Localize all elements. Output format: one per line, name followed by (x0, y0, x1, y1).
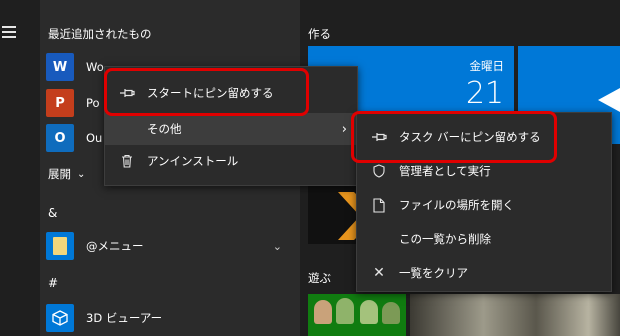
cube-icon (46, 304, 74, 332)
app-item-menu-folder[interactable]: @メニュー ⌄ (46, 229, 296, 263)
word-icon: W (46, 53, 74, 81)
xbox-avatars-tile[interactable] (308, 294, 406, 336)
create-heading: 作る (308, 27, 331, 41)
powerpoint-icon: P (46, 89, 74, 117)
app-item-3d-viewer[interactable]: 3D ビューアー (46, 301, 296, 335)
file-icon (371, 197, 387, 213)
remove-from-list-item[interactable]: この一覧から削除 (357, 223, 611, 255)
expand-label: 展開 (48, 167, 71, 181)
highlight-box-pin-taskbar (351, 111, 557, 163)
expand-button[interactable]: 展開 ⌄ (48, 166, 85, 182)
recent-heading: 最近追加されたもの (48, 27, 152, 41)
outlook-icon: O (46, 124, 74, 152)
menu-label: アンインストール (147, 154, 239, 168)
app-label: Ou (86, 131, 103, 145)
app-label: Po (86, 96, 100, 110)
menu-label: その他 (147, 122, 182, 136)
highlight-box-pin-start (104, 68, 309, 116)
more-item[interactable]: その他 › (105, 113, 357, 145)
app-label: @メニュー (86, 239, 144, 253)
calendar-day: 金曜日 (469, 59, 505, 73)
avatar (360, 300, 378, 324)
trash-icon (119, 153, 135, 169)
letter-header-amp[interactable]: & (48, 206, 57, 220)
photo-tile[interactable] (410, 294, 620, 336)
app-label: Wo (86, 60, 104, 74)
folder-icon (46, 232, 74, 260)
avatar (382, 302, 400, 324)
letter-header-hash[interactable]: # (48, 276, 58, 290)
play-heading: 遊ぶ (308, 271, 331, 285)
calendar-date: 21 (465, 76, 504, 111)
app-label: 3D ビューアー (86, 311, 163, 325)
menu-label: この一覧から削除 (399, 232, 491, 246)
menu-label: ファイルの場所を開く (399, 198, 514, 212)
avatar (336, 298, 354, 324)
uninstall-item[interactable]: アンインストール (105, 145, 357, 177)
chevron-right-icon: › (341, 121, 347, 137)
menu-label: 管理者として実行 (399, 164, 491, 178)
chevron-down-icon[interactable]: ⌄ (273, 240, 282, 253)
menu-label: 一覧をクリア (399, 266, 468, 280)
open-location-item[interactable]: ファイルの場所を開く (357, 189, 611, 221)
close-icon: ✕ (373, 265, 385, 281)
avatar (314, 300, 332, 324)
mail-icon (598, 88, 620, 112)
hamburger-menu-icon[interactable] (2, 26, 20, 40)
left-rail (0, 0, 40, 336)
chevron-down-icon: ⌄ (77, 168, 86, 180)
photo-image (410, 294, 620, 336)
shield-icon (371, 163, 387, 179)
clear-list-item[interactable]: ✕ 一覧をクリア (357, 257, 611, 289)
